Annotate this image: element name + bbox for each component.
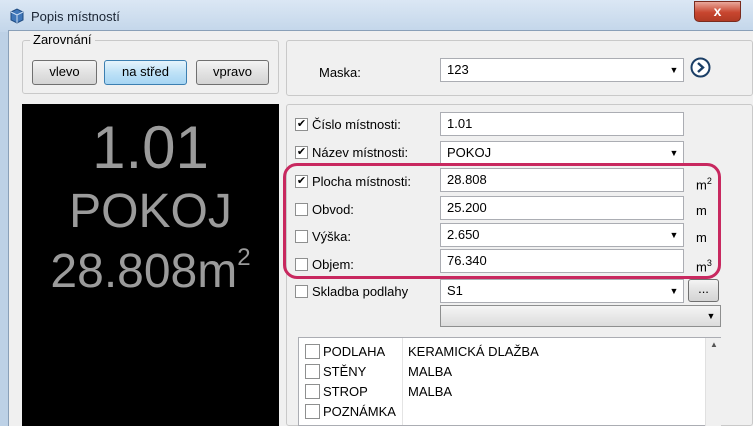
list-item[interactable]: POZNÁMKA — [299, 402, 705, 423]
align-right-button[interactable]: vpravo — [196, 60, 269, 85]
list-scrollbar[interactable]: ▲ — [705, 338, 721, 426]
floor-composition-label: Skladba podlahy — [312, 284, 409, 299]
floor-composition-checkbox[interactable] — [295, 285, 308, 298]
chevron-down-icon[interactable]: ▼ — [665, 280, 683, 302]
preview-room-area: 28.808m2 — [22, 246, 279, 296]
label-preview: 1.01 POKOJ 28.808m2 — [22, 104, 279, 426]
scroll-up-icon[interactable]: ▲ — [710, 340, 718, 349]
chevron-down-icon[interactable]: ▼ — [665, 142, 683, 164]
highlight-annotation — [283, 163, 721, 279]
mask-combo[interactable]: 123 ▼ — [440, 58, 684, 82]
room-number-checkbox[interactable]: ✔ — [295, 118, 308, 131]
list-item-checkbox[interactable] — [305, 344, 320, 359]
list-item-name: PODLAHA — [323, 344, 386, 359]
list-item-name: STROP — [323, 384, 368, 399]
list-item-checkbox[interactable] — [305, 364, 320, 379]
list-item-checkbox[interactable] — [305, 404, 320, 419]
room-name-checkbox[interactable]: ✔ — [295, 146, 308, 159]
list-item-name: POZNÁMKA — [323, 404, 396, 419]
close-icon: x — [713, 3, 722, 19]
composition-list[interactable]: PODLAHA KERAMICKÁ DLAŽBA STĚNY MALBA STR… — [298, 337, 721, 426]
alignment-group-label: Zarovnání — [30, 32, 95, 47]
mask-combo-value: 123 — [447, 62, 469, 77]
list-item-value: MALBA — [408, 364, 453, 379]
preview-room-name: POKOJ — [69, 185, 232, 238]
title-bar: Popis místností x — [0, 0, 753, 32]
secondary-combo[interactable]: ▼ — [440, 305, 721, 327]
list-item-value: MALBA — [408, 384, 453, 399]
chevron-down-icon[interactable]: ▼ — [702, 306, 720, 326]
room-name-label: Název místnosti: — [312, 145, 409, 160]
align-left-button[interactable]: vlevo — [32, 60, 97, 85]
floor-composition-combo[interactable]: S1 ▼ — [440, 279, 684, 303]
preview-area-value: 28.808m — [50, 245, 238, 298]
window-title: Popis místností — [31, 9, 120, 24]
room-name-value: POKOJ — [447, 145, 492, 160]
mask-label: Maska: — [319, 65, 361, 80]
preview-room-number: 1.01 — [92, 114, 209, 181]
room-number-input[interactable]: 1.01 — [440, 112, 684, 136]
list-item[interactable]: PODLAHA KERAMICKÁ DLAŽBA — [299, 342, 705, 363]
list-item-name: STĚNY — [323, 364, 367, 379]
room-name-combo[interactable]: POKOJ ▼ — [440, 141, 684, 165]
list-item[interactable]: STROP MALBA — [299, 382, 705, 403]
room-number-label: Číslo místnosti: — [312, 117, 401, 132]
align-center-button[interactable]: na střed — [104, 60, 187, 85]
browse-button[interactable]: ... — [688, 279, 719, 302]
circle-arrow-right-icon[interactable] — [690, 57, 711, 78]
list-item-checkbox[interactable] — [305, 384, 320, 399]
list-item[interactable]: STĚNY MALBA — [299, 362, 705, 383]
app-icon — [10, 8, 24, 24]
preview-area-exponent: 2 — [237, 244, 251, 271]
close-button[interactable]: x — [694, 1, 741, 22]
floor-composition-value: S1 — [447, 283, 463, 298]
list-item-value: KERAMICKÁ DLAŽBA — [408, 344, 539, 359]
column-divider — [402, 338, 403, 425]
chevron-down-icon[interactable]: ▼ — [665, 59, 683, 81]
